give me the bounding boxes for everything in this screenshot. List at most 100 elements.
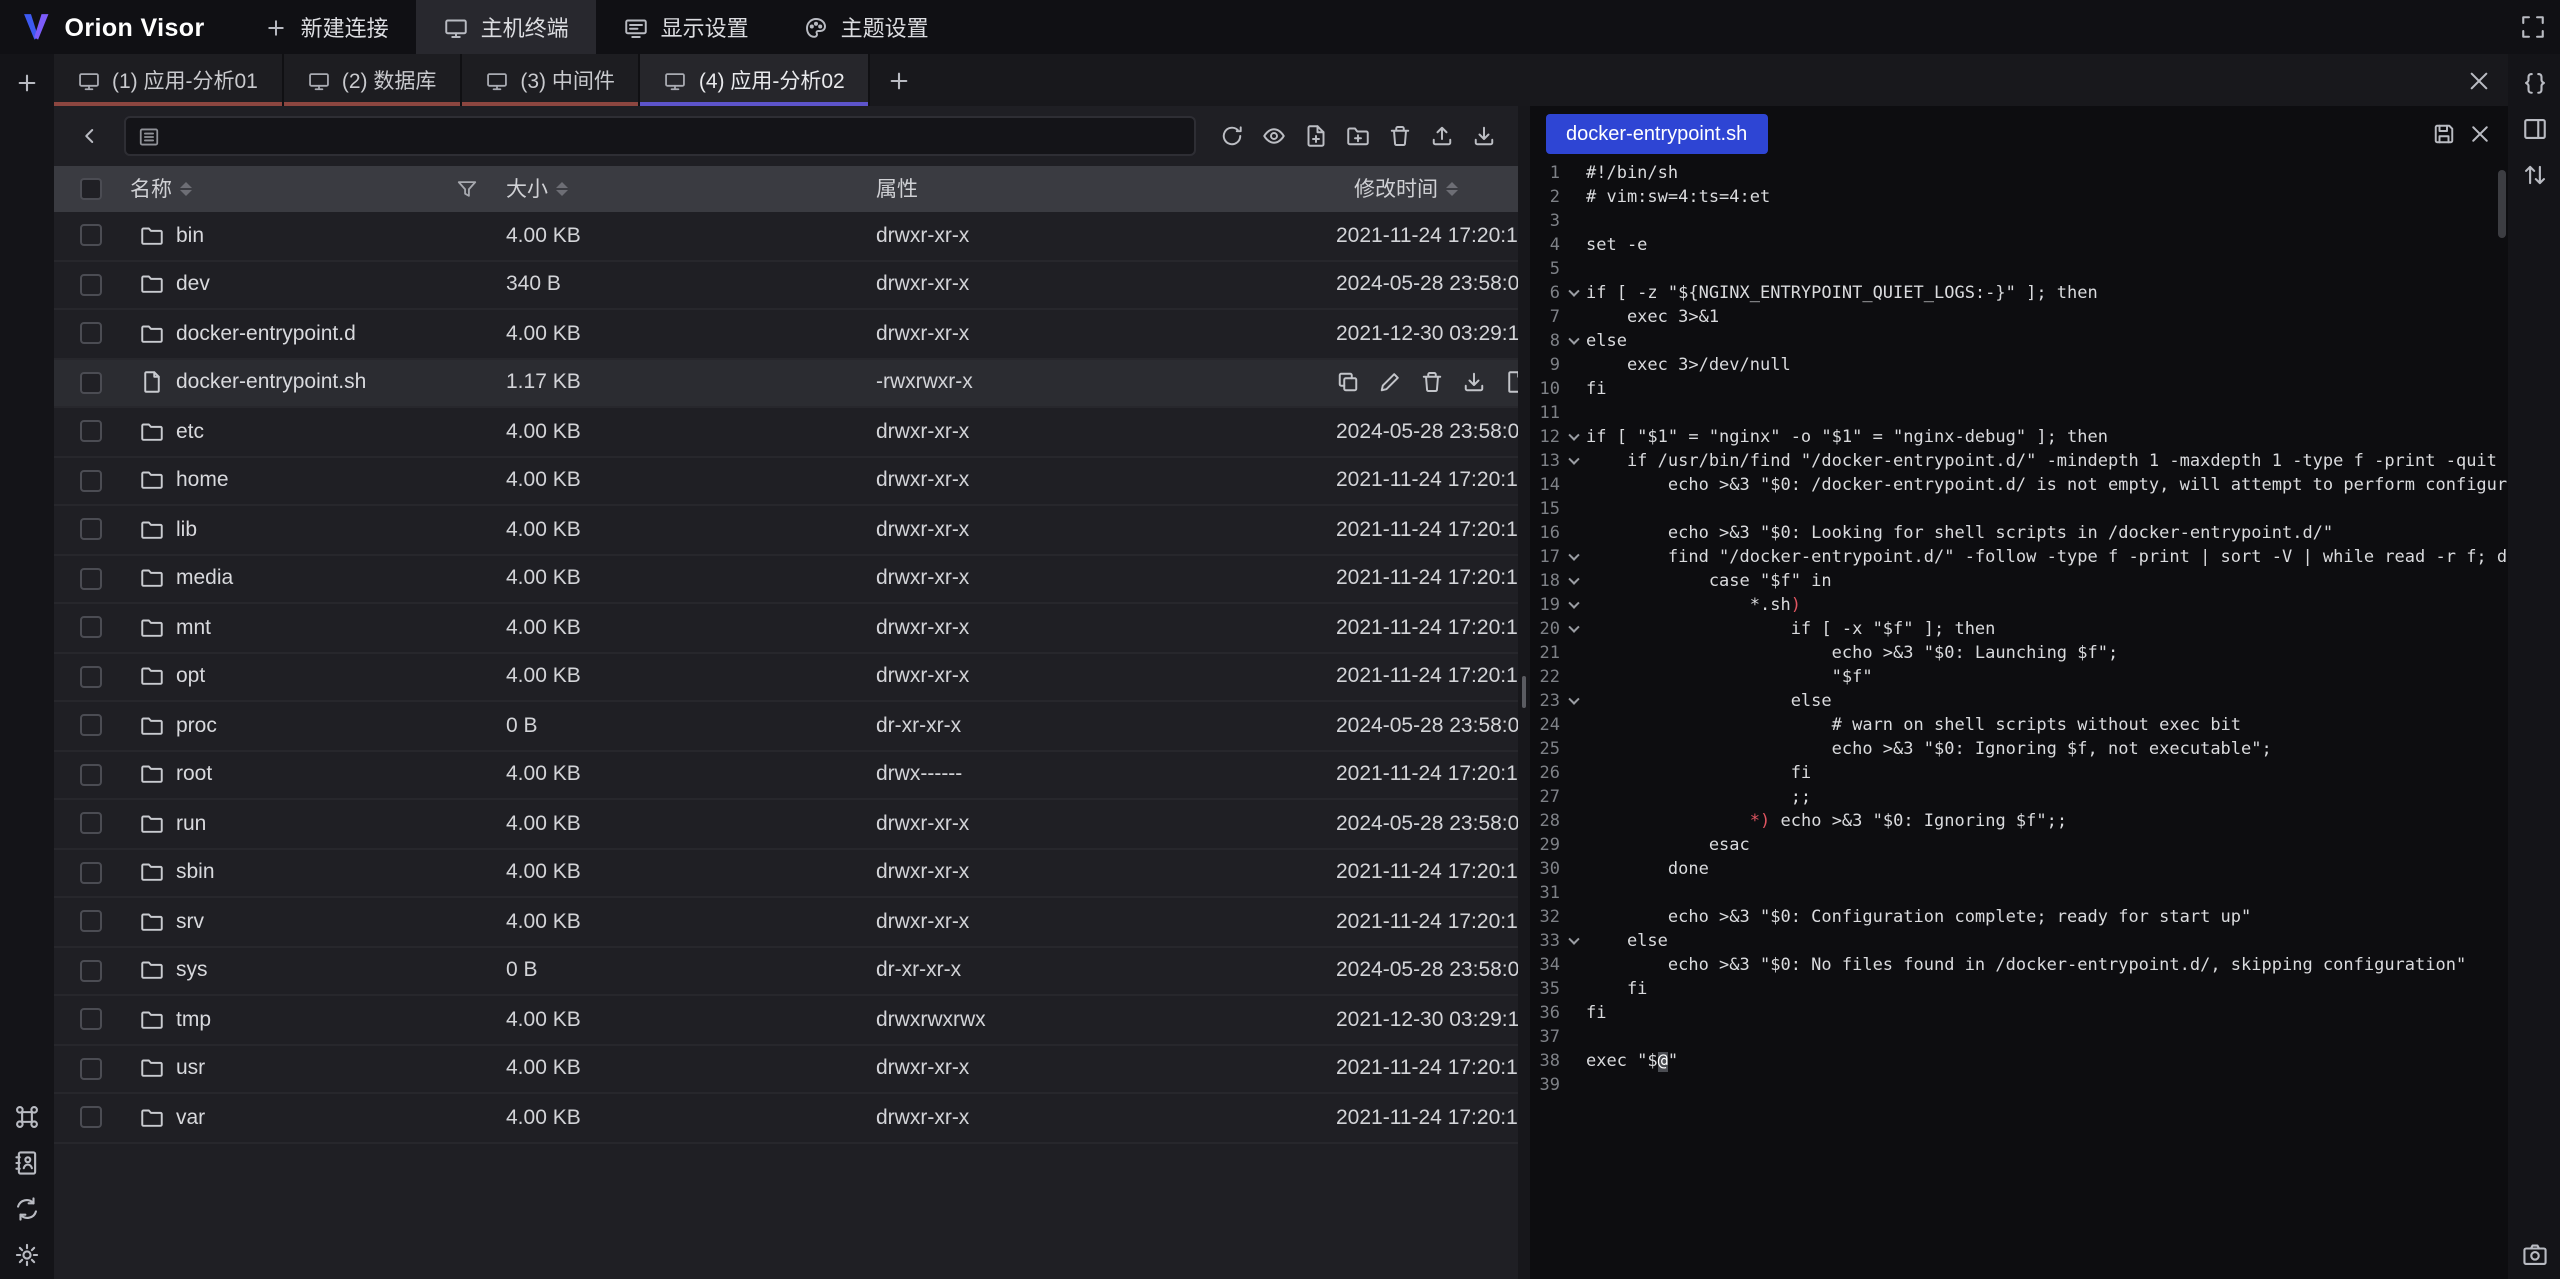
row-checkbox[interactable] bbox=[79, 421, 101, 443]
terminal-tab-2[interactable]: (2) 数据库 bbox=[284, 54, 463, 106]
select-all-checkbox[interactable] bbox=[79, 178, 101, 200]
file-name[interactable]: run bbox=[176, 812, 206, 836]
terminal-tab-3[interactable]: (3) 中间件 bbox=[462, 54, 641, 106]
sort-size-toggle[interactable] bbox=[556, 182, 568, 197]
new-tab-icon[interactable] bbox=[871, 54, 927, 106]
download-icon[interactable] bbox=[1464, 117, 1502, 155]
file-name[interactable]: lib bbox=[176, 518, 197, 542]
file-name[interactable]: srv bbox=[176, 910, 204, 934]
file-plus-icon[interactable] bbox=[1296, 117, 1334, 155]
fold-chevron-icon[interactable] bbox=[1560, 570, 1586, 594]
file-row-srv[interactable]: srv4.00 KBdrwxr-xr-x2021-11-24 17:20:10 bbox=[54, 898, 1518, 947]
trash-icon[interactable] bbox=[1380, 117, 1418, 155]
menu-item-display-settings[interactable]: 显示设置 bbox=[597, 0, 777, 54]
path-field[interactable] bbox=[124, 116, 1196, 156]
eye-icon[interactable] bbox=[1254, 117, 1292, 155]
gear-icon[interactable] bbox=[14, 1241, 40, 1267]
file-name[interactable]: docker-entrypoint.d bbox=[176, 322, 356, 346]
row-checkbox[interactable] bbox=[79, 1058, 101, 1080]
row-checkbox[interactable] bbox=[79, 862, 101, 884]
fold-chevron-icon[interactable] bbox=[1560, 618, 1586, 642]
edit-icon[interactable] bbox=[1378, 371, 1402, 395]
fold-chevron-icon[interactable] bbox=[1560, 282, 1586, 306]
code-editor[interactable]: 1#!/bin/sh2# vim:sw=4:ts=4:et34set -e56i… bbox=[1530, 162, 2508, 1279]
editor-scrollbar[interactable] bbox=[2498, 166, 2506, 1279]
sort-mtime-toggle[interactable] bbox=[1446, 182, 1458, 197]
fold-chevron-icon[interactable] bbox=[1560, 330, 1586, 354]
panel-resizer[interactable] bbox=[1518, 106, 1530, 1279]
layout-icon[interactable] bbox=[2521, 116, 2547, 142]
plus-icon[interactable] bbox=[14, 70, 40, 96]
row-checkbox[interactable] bbox=[79, 764, 101, 786]
terminal-tab-1[interactable]: (1) 应用-分析01 bbox=[54, 54, 284, 106]
close-icon[interactable] bbox=[2448, 54, 2508, 106]
file-name[interactable]: usr bbox=[176, 1057, 205, 1081]
sort-name-toggle[interactable] bbox=[180, 182, 192, 197]
file-row-tmp[interactable]: tmp4.00 KBdrwxrwxrwx2021-12-30 03:29:10 bbox=[54, 996, 1518, 1045]
row-checkbox[interactable] bbox=[79, 274, 101, 296]
row-checkbox[interactable] bbox=[79, 715, 101, 737]
file-icon[interactable] bbox=[1504, 371, 1518, 395]
download-icon[interactable] bbox=[1462, 371, 1486, 395]
file-name[interactable]: dev bbox=[176, 273, 210, 297]
scrollbar-thumb[interactable] bbox=[2498, 170, 2506, 238]
upload-icon[interactable] bbox=[1422, 117, 1460, 155]
file-name[interactable]: var bbox=[176, 1106, 205, 1130]
file-row-run[interactable]: run4.00 KBdrwxr-xr-x2024-05-28 23:58:02 bbox=[54, 800, 1518, 849]
file-row-opt[interactable]: opt4.00 KBdrwxr-xr-x2021-11-24 17:20:10 bbox=[54, 653, 1518, 702]
save-icon[interactable] bbox=[2432, 122, 2456, 146]
file-name[interactable]: home bbox=[176, 469, 229, 493]
file-name[interactable]: root bbox=[176, 763, 212, 787]
camera-icon[interactable] bbox=[2521, 1241, 2547, 1267]
editor-file-tab[interactable]: docker-entrypoint.sh bbox=[1546, 114, 1767, 154]
sync-icon[interactable] bbox=[14, 1195, 40, 1221]
braces-icon[interactable] bbox=[2521, 70, 2547, 96]
file-row-sys[interactable]: sys0 Bdr-xr-xr-x2024-05-28 23:58:02 bbox=[54, 947, 1518, 996]
row-checkbox[interactable] bbox=[79, 960, 101, 982]
file-name[interactable]: media bbox=[176, 567, 233, 591]
fold-chevron-icon[interactable] bbox=[1560, 546, 1586, 570]
swap-vertical-icon[interactable] bbox=[2521, 162, 2547, 188]
file-name[interactable]: sbin bbox=[176, 861, 215, 885]
row-checkbox[interactable] bbox=[79, 225, 101, 247]
row-checkbox[interactable] bbox=[79, 568, 101, 590]
row-checkbox[interactable] bbox=[79, 519, 101, 541]
file-row-root[interactable]: root4.00 KBdrwx------2021-11-24 17:20:10 bbox=[54, 751, 1518, 800]
menu-item-new-connection[interactable]: 新建连接 bbox=[237, 0, 417, 54]
row-checkbox[interactable] bbox=[79, 813, 101, 835]
back-button[interactable] bbox=[70, 117, 108, 155]
copy-icon[interactable] bbox=[1336, 371, 1360, 395]
file-row-docker-entrypoint.sh[interactable]: docker-entrypoint.sh1.17 KB-rwxrwxr-x bbox=[54, 359, 1518, 408]
fold-chevron-icon[interactable] bbox=[1560, 594, 1586, 618]
file-name[interactable]: opt bbox=[176, 665, 205, 689]
file-name[interactable]: bin bbox=[176, 224, 204, 248]
fold-chevron-icon[interactable] bbox=[1560, 930, 1586, 954]
row-checkbox[interactable] bbox=[79, 470, 101, 492]
file-row-sbin[interactable]: sbin4.00 KBdrwxr-xr-x2021-11-24 17:20:10 bbox=[54, 849, 1518, 898]
file-row-proc[interactable]: proc0 Bdr-xr-xr-x2024-05-28 23:58:02 bbox=[54, 702, 1518, 751]
file-row-mnt[interactable]: mnt4.00 KBdrwxr-xr-x2021-11-24 17:20:10 bbox=[54, 604, 1518, 653]
row-checkbox[interactable] bbox=[79, 617, 101, 639]
file-row-var[interactable]: var4.00 KBdrwxr-xr-x2021-11-24 17:20:10 bbox=[54, 1094, 1518, 1143]
file-row-home[interactable]: home4.00 KBdrwxr-xr-x2021-11-24 17:20:10 bbox=[54, 457, 1518, 506]
file-name[interactable]: proc bbox=[176, 714, 217, 738]
file-name[interactable]: etc bbox=[176, 420, 204, 444]
file-name[interactable]: docker-entrypoint.sh bbox=[176, 371, 366, 395]
menu-item-host-terminal[interactable]: 主机终端 bbox=[417, 0, 597, 54]
file-row-media[interactable]: media4.00 KBdrwxr-xr-x2021-11-24 17:20:1… bbox=[54, 555, 1518, 604]
folder-plus-icon[interactable] bbox=[1338, 117, 1376, 155]
fold-chevron-icon[interactable] bbox=[1560, 426, 1586, 450]
file-name[interactable]: mnt bbox=[176, 616, 211, 640]
contacts-icon[interactable] bbox=[14, 1149, 40, 1175]
row-checkbox[interactable] bbox=[79, 372, 101, 394]
command-icon[interactable] bbox=[14, 1103, 40, 1129]
filter-icon[interactable] bbox=[456, 178, 478, 200]
row-checkbox[interactable] bbox=[79, 1009, 101, 1031]
row-checkbox[interactable] bbox=[79, 911, 101, 933]
fullscreen-icon[interactable] bbox=[2520, 14, 2546, 40]
file-row-lib[interactable]: lib4.00 KBdrwxr-xr-x2021-11-24 17:20:10 bbox=[54, 506, 1518, 555]
path-input[interactable] bbox=[172, 124, 1182, 148]
row-checkbox[interactable] bbox=[79, 1107, 101, 1129]
row-checkbox[interactable] bbox=[79, 323, 101, 345]
file-name[interactable]: tmp bbox=[176, 1008, 211, 1032]
